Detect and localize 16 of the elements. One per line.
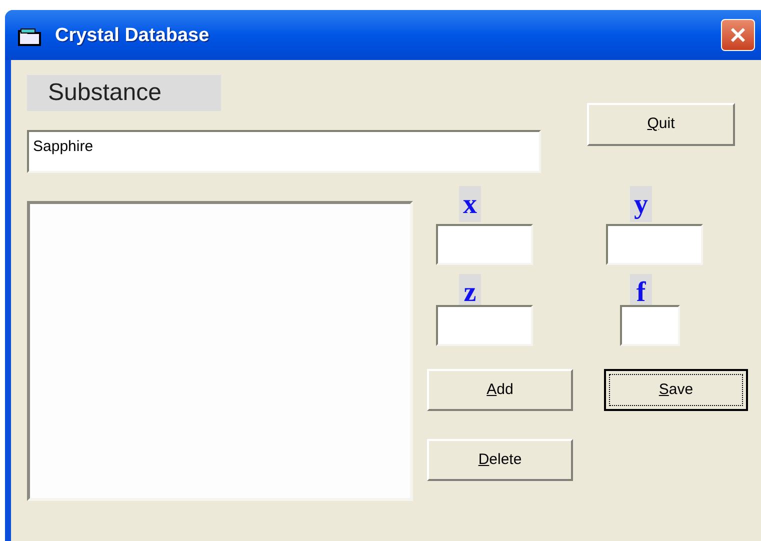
coordinate-field[interactable] [436,305,533,346]
coordinate-field[interactable] [606,224,703,265]
close-button[interactable] [721,19,755,51]
save-button[interactable]: Save [604,369,748,411]
coordinate-label: x [459,186,481,222]
close-icon [729,26,747,44]
substance-label: Substance [27,75,221,111]
coordinate-field[interactable] [620,305,680,346]
delete-button[interactable]: Delete [427,439,573,481]
window-title: Crystal Database [55,24,210,48]
coordinate-label: y [630,186,652,222]
add-button[interactable]: Add [427,369,573,411]
folder-icon [18,28,42,46]
coordinate-field[interactable] [436,224,533,265]
quit-button[interactable]: Quit [587,103,735,146]
substance-field[interactable]: Sapphire [27,130,541,173]
